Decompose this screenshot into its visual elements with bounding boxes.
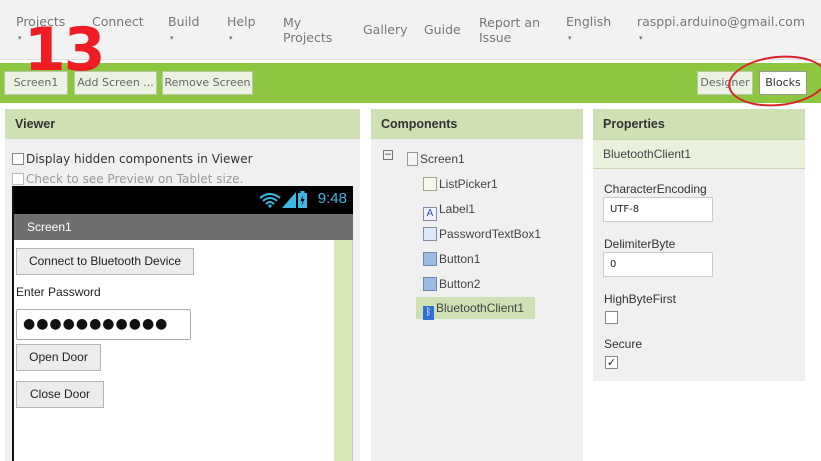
chevron-down-icon: ▾ <box>639 34 643 42</box>
tree-item-button2[interactable]: Button2 <box>423 273 480 295</box>
tree-item-label: Label1 <box>439 202 476 216</box>
tree-item-label: Screen1 <box>420 152 465 166</box>
tree-item-label: Button1 <box>439 252 481 266</box>
viewer-title: Viewer <box>5 109 360 139</box>
button-icon <box>423 277 437 291</box>
character-encoding-field[interactable]: UTF-8 <box>603 197 713 222</box>
phone-scroll-rail <box>334 240 352 461</box>
screen-icon <box>407 152 418 166</box>
bluetooth-icon: ᛒ <box>423 306 434 320</box>
properties-title: Properties <box>593 109 805 139</box>
chevron-down-icon: ▾ <box>229 34 233 42</box>
high-byte-first-checkbox[interactable] <box>605 311 618 324</box>
delimiter-byte-field[interactable]: 0 <box>603 252 713 277</box>
close-door-button[interactable]: Close Door <box>16 381 104 408</box>
tree-item-passwordtextbox1[interactable]: PasswordTextBox1 <box>423 223 541 245</box>
tree-item-bluetoothclient1[interactable]: ᛒ BluetoothClient1 <box>416 297 535 320</box>
top-navigation: Projects ▾ Connect ▾ Build ▾ Help ▾ My P… <box>0 0 821 60</box>
battery-icon <box>298 191 307 208</box>
chevron-down-icon: ▾ <box>170 34 174 42</box>
display-hidden-label: Display hidden components in Viewer <box>26 152 253 166</box>
nav-build-label: Build <box>168 14 200 29</box>
tree-item-label: PasswordTextBox1 <box>439 227 542 241</box>
tablet-preview-label: Check to see Preview on Tablet size. <box>26 172 244 186</box>
password-label: Enter Password <box>16 285 101 299</box>
open-door-button[interactable]: Open Door <box>16 344 101 371</box>
phone-screen-title: Screen1 <box>14 214 353 240</box>
nav-my-projects[interactable]: My Projects <box>283 15 332 45</box>
step-number-annotation: 13 <box>24 15 105 85</box>
phone-status-bar: 9:48 <box>14 186 353 214</box>
tablet-preview-checkbox[interactable] <box>12 173 24 185</box>
nav-language-label: English <box>566 14 612 29</box>
tree-item-button1[interactable]: Button1 <box>423 248 480 270</box>
nav-help-label: Help <box>227 14 256 29</box>
designer-toolbar: Screen1 Add Screen ... Remove Screen Des… <box>0 63 821 103</box>
nav-build[interactable]: Build ▾ <box>168 14 199 46</box>
password-textbox[interactable]: ●●●●●●●●●●● <box>16 309 191 340</box>
tree-item-label1[interactable]: A Label1 <box>423 198 476 221</box>
nav-help[interactable]: Help ▾ <box>227 14 256 46</box>
tree-item-listpicker1[interactable]: ListPicker1 <box>423 173 498 195</box>
tree-item-label: Button2 <box>439 277 481 291</box>
high-byte-first-label: HighByteFirst <box>604 292 677 306</box>
nav-language[interactable]: English ▾ <box>566 14 611 46</box>
tree-item-screen1[interactable]: Screen1 <box>407 148 465 170</box>
phone-clock: 9:48 <box>317 190 347 207</box>
connect-bluetooth-button[interactable]: Connect to Bluetooth Device <box>16 248 194 275</box>
listpicker-icon <box>423 177 437 191</box>
label-icon: A <box>423 207 437 221</box>
delimiter-byte-label: DelimiterByte <box>604 237 676 251</box>
tablet-preview-option[interactable]: Check to see Preview on Tablet size. <box>12 171 243 187</box>
display-hidden-checkbox[interactable] <box>12 153 24 165</box>
tree-item-label: ListPicker1 <box>439 177 498 191</box>
character-encoding-label: CharacterEncoding <box>604 182 707 196</box>
secure-label: Secure <box>604 337 643 351</box>
display-hidden-option[interactable]: Display hidden components in Viewer <box>12 151 253 167</box>
nav-account-label: rasppi.arduino@gmail.com <box>637 14 805 29</box>
nav-account[interactable]: rasppi.arduino@gmail.com ▾ <box>637 14 805 46</box>
secure-checkbox[interactable]: ✓ <box>605 356 618 369</box>
properties-component-name: BluetoothClient1 <box>593 139 805 169</box>
remove-screen-button[interactable]: Remove Screen <box>162 71 253 95</box>
nav-guide[interactable]: Guide <box>424 22 461 37</box>
tree-item-label: BluetoothClient1 <box>436 301 525 315</box>
chevron-down-icon: ▾ <box>568 34 572 42</box>
phone-preview: 9:48 Screen1 Connect to Bluetooth Device… <box>12 186 353 461</box>
signal-icon <box>282 192 296 208</box>
nav-gallery[interactable]: Gallery <box>363 22 408 37</box>
button-icon <box>423 252 437 266</box>
nav-report-issue[interactable]: Report an Issue <box>479 15 540 45</box>
collapse-icon[interactable]: − <box>383 150 393 160</box>
password-textbox-icon <box>423 227 437 241</box>
wifi-icon <box>259 193 281 208</box>
components-title: Components <box>371 109 583 139</box>
